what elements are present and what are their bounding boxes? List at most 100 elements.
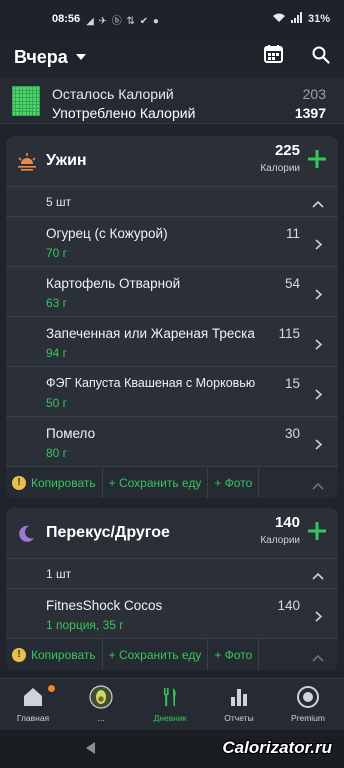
save-meal-button[interactable]: + Сохранить еду	[103, 638, 209, 670]
copy-button[interactable]: ! Копировать	[6, 638, 103, 670]
add-food-icon[interactable]	[306, 148, 328, 170]
meal-calories-label: Калории	[260, 163, 300, 174]
copy-icon: !	[12, 647, 26, 662]
food-name: Помело	[46, 426, 96, 441]
status-bar: 08:56 ◢ ✈ ⓑ ⇅ ✔ ● 31%	[0, 0, 344, 38]
food-item[interactable]: Огурец (с Кожурой) 70 г 11	[6, 216, 338, 266]
food-amount: 70 г	[46, 246, 68, 260]
item-count-row[interactable]: 5 шт	[6, 186, 338, 216]
battery-level: 31%	[307, 13, 330, 25]
save-meal-button[interactable]: + Сохранить еду	[103, 466, 209, 498]
chevron-up-icon[interactable]	[312, 569, 324, 580]
meal-calories: 140 Калории	[260, 514, 300, 546]
copy-label: Копировать	[31, 475, 96, 490]
meal-actions: ! Копировать + Сохранить еду + Фото	[6, 638, 338, 670]
food-name: ФЭГ Капуста Квашеная с Морковью	[46, 376, 256, 390]
chevron-right-icon	[315, 287, 323, 300]
consumed-value: 1397	[294, 105, 326, 121]
back-icon[interactable]	[86, 742, 95, 754]
fork-knife-icon	[164, 688, 176, 706]
food-item[interactable]: Помело 80 г 30	[6, 416, 338, 466]
food-name: Запеченная или Жареная Треска	[46, 326, 255, 341]
nav-home-label: Главная	[16, 713, 50, 723]
meal-card-snack: Перекус/Другое 140 Калории 1 шт FitnesSh…	[6, 508, 338, 670]
notification-dot	[48, 685, 55, 692]
add-photo-button[interactable]: + Фото	[208, 466, 260, 498]
calorie-grid-icon	[12, 86, 40, 116]
calorie-summary[interactable]: Осталось Калорий Употреблено Калорий 203…	[0, 78, 344, 124]
nav-avatar-label: ...	[97, 713, 105, 723]
search-icon[interactable]	[312, 46, 330, 64]
meal-calories: 225 Калории	[260, 142, 300, 174]
food-calories: 140	[277, 598, 300, 613]
meal-name: Перекус/Другое	[46, 524, 170, 541]
copy-icon: !	[12, 475, 26, 490]
item-count-row[interactable]: 1 шт	[6, 558, 338, 588]
food-amount: 94 г	[46, 346, 68, 360]
meal-header[interactable]: Перекус/Другое 140 Калории	[6, 508, 338, 558]
moon-icon	[16, 522, 38, 544]
avocado-avatar-icon	[89, 685, 113, 709]
food-amount: 50 г	[46, 396, 68, 410]
food-name: Огурец (с Кожурой)	[46, 226, 168, 241]
wifi-icon	[272, 12, 286, 26]
chevron-down-icon[interactable]	[75, 54, 86, 60]
food-amount: 63 г	[46, 296, 68, 310]
food-name: Картофель Отварной	[46, 276, 181, 291]
item-count: 1 шт	[46, 566, 72, 581]
app-header: Вчера	[0, 38, 344, 76]
food-calories: 11	[285, 226, 300, 241]
nav-diary[interactable]: Дневник	[140, 685, 200, 723]
home-icon	[24, 688, 42, 706]
food-calories: 54	[284, 276, 300, 291]
food-amount: 1 порция, 35 г	[46, 618, 124, 632]
food-item[interactable]: FitnesShock Cocos 1 порция, 35 г 140	[6, 588, 338, 638]
food-name: FitnesShock Cocos	[46, 598, 163, 613]
meal-card-dinner: Ужин 225 Калории 5 шт Огурец (с Кожурой)…	[6, 136, 338, 498]
food-item[interactable]: Картофель Отварной 63 г 54	[6, 266, 338, 316]
chevron-right-icon	[315, 437, 323, 450]
nav-avatar[interactable]: ...	[71, 685, 131, 723]
chevron-up-icon[interactable]	[312, 479, 324, 490]
calendar-icon[interactable]	[264, 45, 283, 63]
bar-chart-icon	[231, 689, 247, 706]
bottom-navigation: Главная ... Дневник Отчеты Premium	[0, 678, 344, 730]
food-amount: 80 г	[46, 446, 68, 460]
meal-calories-value: 140	[274, 514, 300, 531]
chevron-right-icon	[315, 609, 323, 622]
food-calories: 115	[278, 326, 300, 341]
item-count: 5 шт	[46, 194, 72, 209]
watermark: Calorizator.ru	[222, 738, 332, 757]
consumed-label: Употреблено Калорий	[52, 105, 196, 121]
sunset-icon	[16, 150, 38, 172]
food-calories: 15	[284, 376, 300, 391]
chevron-right-icon	[315, 237, 323, 250]
notification-icons: ◢ ✈ ⓑ ⇅ ✔ ●	[86, 15, 160, 27]
date-title[interactable]: Вчера	[14, 47, 68, 68]
food-calories: 30	[284, 426, 300, 441]
add-photo-button[interactable]: + Фото	[208, 638, 260, 670]
nav-premium[interactable]: Premium	[278, 685, 338, 723]
chevron-up-icon[interactable]	[312, 197, 324, 208]
food-item[interactable]: Запеченная или Жареная Треска 94 г 115	[6, 316, 338, 366]
chevron-up-icon[interactable]	[312, 651, 324, 662]
nav-reports-label: Отчеты	[224, 713, 254, 723]
copy-button[interactable]: ! Копировать	[6, 466, 103, 498]
meal-name: Ужин	[46, 152, 87, 169]
status-time: 08:56	[52, 13, 81, 25]
remaining-label: Осталось Калорий	[52, 86, 174, 102]
nav-reports[interactable]: Отчеты	[209, 685, 269, 723]
meal-header[interactable]: Ужин 225 Калории	[6, 136, 338, 186]
nav-diary-label: Дневник	[153, 713, 187, 723]
meal-actions: ! Копировать + Сохранить еду + Фото	[6, 466, 338, 498]
copy-label: Копировать	[31, 647, 96, 662]
status-right: 31%	[272, 12, 330, 26]
system-nav-bar: Calorizator.ru	[0, 730, 344, 768]
add-food-icon[interactable]	[306, 520, 328, 542]
chevron-right-icon	[315, 387, 323, 400]
signal-icon	[290, 12, 303, 26]
food-item[interactable]: ФЭГ Капуста Квашеная с Морковью 50 г 15	[6, 366, 338, 416]
meal-calories-value: 225	[274, 142, 300, 159]
remaining-value: 203	[302, 86, 326, 102]
premium-icon	[297, 686, 319, 708]
